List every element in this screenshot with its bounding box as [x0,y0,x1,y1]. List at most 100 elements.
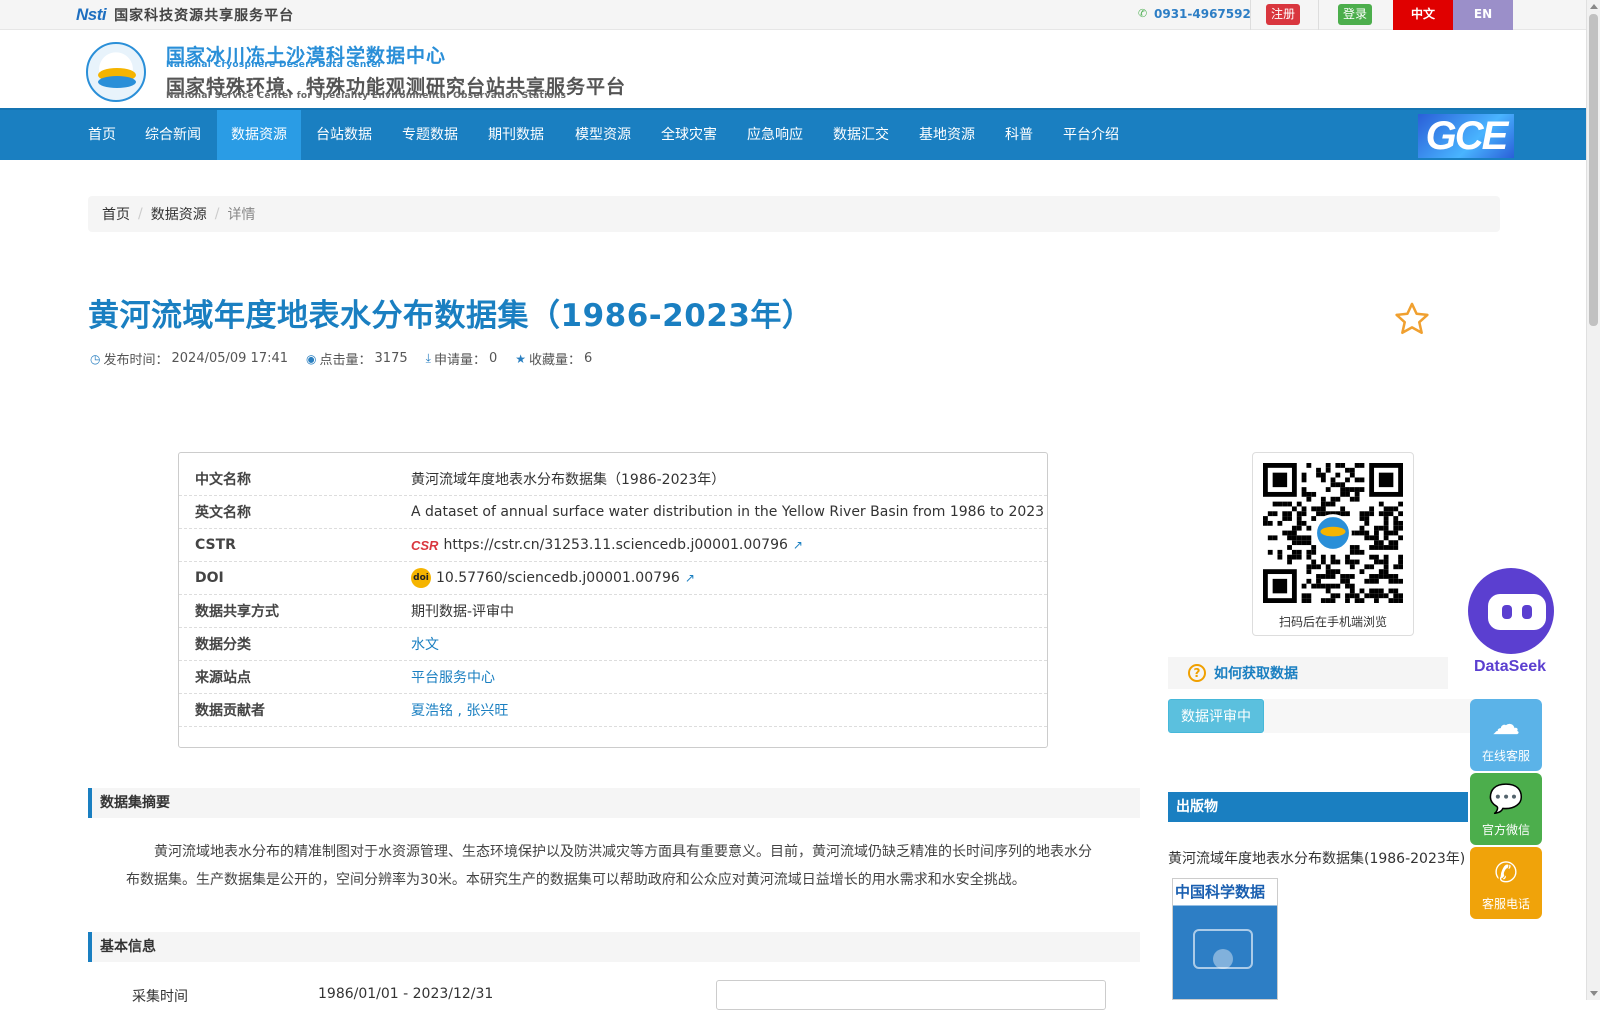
nav-item-news[interactable]: 综合新闻 [131,110,215,160]
breadcrumb-data-resources[interactable]: 数据资源 [151,204,207,224]
applies-value: 0 [488,351,498,366]
publish-label: 发布时间： [103,353,169,368]
info-value: A dataset of annual surface water distri… [411,504,1045,520]
info-value: 黄河流域年度地表水分布数据集（1986-2023年） [411,472,726,488]
online-service-label: 在线客服 [1481,749,1530,763]
info-row-cn-name: 中文名称 黄河流域年度地表水分布数据集（1986-2023年） [179,463,1047,496]
register-button[interactable]: 注册 [1266,4,1301,25]
publication-title[interactable]: 黄河流域年度地表水分布数据集(1986-2023年) [1168,848,1465,868]
info-row-contributors: 数据贡献者 夏浩铭 , 张兴旺 [179,694,1047,727]
station-link[interactable]: 平台服务中心 [411,667,495,687]
publications-heading: 出版物 [1168,792,1468,822]
nav-item-home[interactable]: 首页 [74,110,130,160]
breadcrumb-separator: / [214,206,220,222]
nsti-logo[interactable]: Nsti 国家科技资源共享服务平台 [76,4,294,26]
login-button[interactable]: 登录 [1338,4,1373,25]
nav-item-base-resources[interactable]: 基地资源 [905,110,989,160]
gce-logo[interactable]: GCE [1418,114,1514,158]
page-scrollbar[interactable] [1586,0,1600,1000]
external-link-icon[interactable]: ↗ [793,538,803,552]
info-row-category: 数据分类 水文 [179,628,1047,661]
favorites-label: 收藏量： [529,353,582,368]
nav-item-journal-data[interactable]: 期刊数据 [474,110,558,160]
page-title: 黄河流域年度地表水分布数据集（1986-2023年） [88,298,814,334]
nav-item-data-resources[interactable]: 数据资源 [217,110,301,160]
data-under-review-button[interactable]: 数据评审中 [1168,699,1264,733]
cover-title: 中国科学数据 [1175,883,1266,901]
chat-icon: ☁ [1492,708,1520,741]
nav-item-models[interactable]: 模型资源 [561,110,645,160]
online-service-button[interactable]: ☁ 在线客服 [1470,699,1542,771]
cstr-icon: CSR [411,537,439,553]
favorites-value: 6 [584,351,593,366]
doi-icon: doi [411,568,431,588]
doi-link[interactable]: 10.57760/sciencedb.j00001.00796 [436,570,680,586]
info-row-station: 来源站点 平台服务中心 [179,661,1047,694]
eye-icon: ◉ [306,351,317,366]
views-label: 点击量： [319,353,372,368]
publication-cover[interactable]: 中国科学数据 [1172,878,1278,1000]
info-value: CSR https://cstr.cn/31253.11.sciencedb.j… [411,537,803,553]
info-value: doi 10.57760/sciencedb.j00001.00796 ↗ [411,568,695,588]
category-link[interactable]: 水文 [411,634,439,654]
info-key: 中文名称 [195,472,251,488]
info-key: 数据贡献者 [195,703,265,719]
lang-en-button[interactable]: EN [1453,0,1513,30]
qr-code [1263,463,1403,603]
lang-zh-button[interactable]: 中文 [1393,0,1453,30]
main-nav: 首页 综合新闻 数据资源 台站数据 专题数据 期刊数据 模型资源 全球灾害 应急… [0,108,1586,160]
robot-icon [1468,568,1554,654]
phone-button[interactable]: ✆ 客服电话 [1470,847,1542,919]
phone-icon: ✆ [1138,7,1148,20]
wechat-label: 官方微信 [1481,823,1530,837]
publish-time: ◷ 发布时间： 2024/05/09 17:41 [90,349,288,368]
nav-item-thematic-data[interactable]: 专题数据 [388,110,472,160]
scroll-down-icon[interactable] [1590,991,1598,996]
center-logo[interactable] [86,42,146,102]
view-count: ◉ 点击量： 3175 [306,349,408,368]
nav-item-science[interactable]: 科普 [991,110,1047,160]
robot-face [1488,594,1546,630]
dataseek-assistant[interactable]: DataSeek [1462,568,1558,680]
wechat-icon: 💬 [1488,782,1524,815]
divider [1318,0,1319,30]
robot-eye [1502,605,1512,619]
scrollbar-thumb[interactable] [1589,14,1598,326]
info-key: DOI [195,570,224,586]
publish-value: 2024/05/09 17:41 [171,351,289,366]
cover-graphic [1213,949,1233,969]
how-to-get-data[interactable]: ? 如何获取数据 [1168,657,1448,689]
contributors-link[interactable]: 夏浩铭 , 张兴旺 [411,700,508,720]
wechat-button[interactable]: 💬 官方微信 [1470,773,1542,845]
info-key: 数据共享方式 [195,604,279,620]
info-row-doi: DOI doi 10.57760/sciencedb.j00001.00796 … [179,562,1047,595]
qr-card: 扫码后在手机端浏览 [1252,452,1414,636]
nav-item-about[interactable]: 平台介绍 [1049,110,1133,160]
breadcrumb: 首页 / 数据资源 / 详情 [88,196,1500,232]
apply-count: ⤓ 申请量： 0 [426,349,498,368]
nsti-logo-mark: Nsti [76,5,107,24]
info-key: 英文名称 [195,505,251,521]
favorite-star-icon[interactable] [1393,300,1431,338]
dataset-info-table: 中文名称 黄河流域年度地表水分布数据集（1986-2023年） 英文名称 A d… [178,452,1048,748]
collect-time-label: 采集时间 [132,989,188,1005]
platform-name-en: National Service Center for Speciality E… [166,91,567,101]
clock-icon: ◷ [90,351,101,366]
nav-item-station-data[interactable]: 台站数据 [302,110,386,160]
robot-eye [1522,605,1532,619]
abstract-heading: 数据集摘要 [88,788,1140,818]
divider [1250,0,1251,30]
map-panel [716,980,1106,1010]
cstr-link[interactable]: https://cstr.cn/31253.11.sciencedb.j0000… [443,537,787,553]
dataseek-label: DataSeek [1473,658,1547,675]
center-name-en: National Cryosphere Desert Data Center [166,60,383,70]
info-key: 来源站点 [195,670,251,686]
external-link-icon[interactable]: ↗ [685,571,695,585]
nav-item-global-disasters[interactable]: 全球灾害 [647,110,731,160]
favorite-count: ★ 收藏量： 6 [515,349,592,368]
nav-item-emergency[interactable]: 应急响应 [733,110,817,160]
nav-item-data-submission[interactable]: 数据汇交 [819,110,903,160]
breadcrumb-home[interactable]: 首页 [102,204,130,224]
scroll-up-icon[interactable] [1590,4,1598,9]
info-row-share-mode: 数据共享方式 期刊数据-评审中 [179,595,1047,628]
